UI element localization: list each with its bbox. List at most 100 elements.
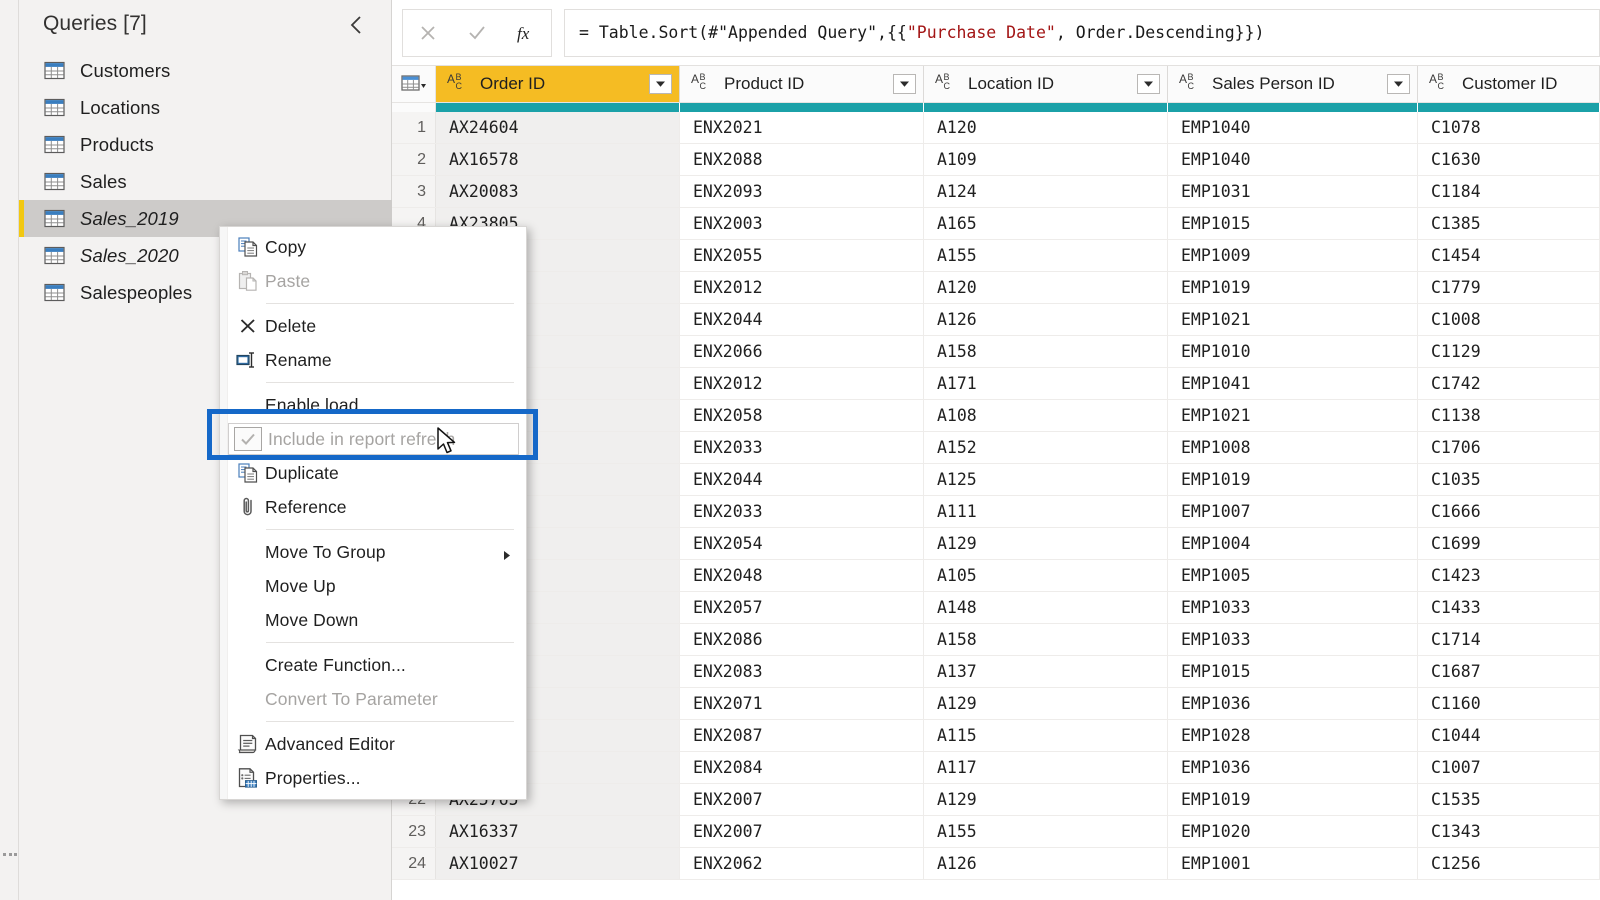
table-cell[interactable]: EMP1033 <box>1168 592 1418 623</box>
menu-item-create-function[interactable]: Create Function... <box>220 648 526 682</box>
menu-item-advanced-editor[interactable]: Advanced Editor <box>220 727 526 761</box>
table-row[interactable]: 11ENX2033A152EMP1008C1706 <box>392 432 1600 464</box>
table-cell[interactable]: A155 <box>924 240 1168 271</box>
table-cell[interactable]: ENX2033 <box>680 432 924 463</box>
table-cell[interactable]: ENX2044 <box>680 304 924 335</box>
table-cell[interactable]: C1078 <box>1418 112 1600 143</box>
checkmark-icon[interactable] <box>455 10 499 56</box>
table-cell[interactable]: A126 <box>924 848 1168 879</box>
table-cell[interactable]: ENX2062 <box>680 848 924 879</box>
table-cell[interactable]: ENX2007 <box>680 784 924 815</box>
table-cell[interactable]: ENX2021 <box>680 112 924 143</box>
column-header-product-id[interactable]: A B C Product ID <box>680 66 924 102</box>
table-cell[interactable]: EMP1028 <box>1168 720 1418 751</box>
column-header-order-id[interactable]: A B C Order ID <box>436 66 680 102</box>
table-cell[interactable]: A129 <box>924 688 1168 719</box>
table-cell[interactable]: EMP1007 <box>1168 496 1418 527</box>
chevron-left-icon[interactable] <box>344 12 370 38</box>
table-cell[interactable]: ENX2057 <box>680 592 924 623</box>
table-cell[interactable]: EMP1036 <box>1168 688 1418 719</box>
menu-item-copy[interactable]: Copy <box>220 230 526 264</box>
table-cell[interactable]: EMP1001 <box>1168 848 1418 879</box>
table-row[interactable]: 18ENX2083A137EMP1015C1687 <box>392 656 1600 688</box>
column-header-location-id[interactable]: A B C Location ID <box>924 66 1168 102</box>
table-cell[interactable]: C1433 <box>1418 592 1600 623</box>
table-cell[interactable]: EMP1021 <box>1168 304 1418 335</box>
table-cell[interactable]: A120 <box>924 272 1168 303</box>
table-cell[interactable]: C1454 <box>1418 240 1600 271</box>
table-row[interactable]: 19ENX2071A129EMP1036C1160 <box>392 688 1600 720</box>
table-cell[interactable]: A120 <box>924 112 1168 143</box>
table-row[interactable]: 4 AX23805 ENX2003 A165 EMP1015 C1385 <box>392 208 1600 240</box>
table-cell[interactable]: EMP1019 <box>1168 784 1418 815</box>
table-cell[interactable]: EMP1015 <box>1168 208 1418 239</box>
table-row[interactable]: 14ENX2054A129EMP1004C1699 <box>392 528 1600 560</box>
table-cell[interactable]: EMP1021 <box>1168 400 1418 431</box>
menu-item-move-to-group[interactable]: Move To Group <box>220 535 526 569</box>
table-row[interactable]: 1 AX24604 ENX2021 A120 EMP1040 C1078 <box>392 112 1600 144</box>
table-cell[interactable]: ENX2083 <box>680 656 924 687</box>
table-cell[interactable]: C1007 <box>1418 752 1600 783</box>
query-item-products[interactable]: Products <box>19 126 392 163</box>
table-row[interactable]: 3 AX20083 ENX2093 A124 EMP1031 C1184 <box>392 176 1600 208</box>
menu-item-rename[interactable]: Rename <box>220 343 526 377</box>
table-row[interactable]: 21ENX2084A117EMP1036C1007 <box>392 752 1600 784</box>
menu-item-reference[interactable]: Reference <box>220 490 526 524</box>
table-cell[interactable]: EMP1004 <box>1168 528 1418 559</box>
table-cell[interactable]: C1044 <box>1418 720 1600 751</box>
table-row[interactable]: 15ENX2048A105EMP1005C1423 <box>392 560 1600 592</box>
table-cell[interactable]: A108 <box>924 400 1168 431</box>
menu-item-move-up[interactable]: Move Up <box>220 569 526 603</box>
table-cell[interactable]: AX10027 <box>436 848 680 879</box>
table-cell[interactable]: ENX2048 <box>680 560 924 591</box>
table-cell[interactable]: EMP1020 <box>1168 816 1418 847</box>
table-cell[interactable]: ENX2086 <box>680 624 924 655</box>
query-item-sales[interactable]: Sales <box>19 163 392 200</box>
table-cell[interactable]: EMP1019 <box>1168 272 1418 303</box>
table-cell[interactable]: ENX2058 <box>680 400 924 431</box>
splitter-grip[interactable] <box>3 851 17 857</box>
menu-item-move-down[interactable]: Move Down <box>220 603 526 637</box>
table-cell[interactable]: EMP1015 <box>1168 656 1418 687</box>
table-row[interactable]: 7ENX2044A126EMP1021C1008 <box>392 304 1600 336</box>
menu-item-enable-load[interactable]: Enable load <box>220 388 526 422</box>
table-cell[interactable]: C1687 <box>1418 656 1600 687</box>
table-cell[interactable]: ENX2066 <box>680 336 924 367</box>
menu-item-properties[interactable]: Properties... <box>220 761 526 795</box>
table-cell[interactable]: A111 <box>924 496 1168 527</box>
query-item-customers[interactable]: Customers <box>19 52 392 89</box>
table-cell[interactable]: ENX2044 <box>680 464 924 495</box>
column-header-customer-id[interactable]: A B C Customer ID <box>1418 66 1600 102</box>
table-cell[interactable]: C1343 <box>1418 816 1600 847</box>
table-row[interactable]: 10ENX2058A108EMP1021C1138 <box>392 400 1600 432</box>
table-row[interactable]: 6ENX2012A120EMP1019C1779 <box>392 272 1600 304</box>
table-cell[interactable]: C1160 <box>1418 688 1600 719</box>
table-cell[interactable]: C1256 <box>1418 848 1600 879</box>
table-cell[interactable]: A129 <box>924 528 1168 559</box>
fx-icon[interactable]: fx <box>504 10 548 56</box>
filter-dropdown-icon[interactable] <box>649 74 672 94</box>
table-cell[interactable]: C1699 <box>1418 528 1600 559</box>
table-cell[interactable]: ENX2088 <box>680 144 924 175</box>
filter-dropdown-icon[interactable] <box>1137 74 1160 94</box>
filter-dropdown-icon[interactable] <box>893 74 916 94</box>
table-cell[interactable]: A165 <box>924 208 1168 239</box>
table-cell[interactable]: C1008 <box>1418 304 1600 335</box>
table-cell[interactable]: ENX2087 <box>680 720 924 751</box>
table-cell[interactable]: C1630 <box>1418 144 1600 175</box>
table-cell[interactable]: AX16578 <box>436 144 680 175</box>
close-x-icon[interactable] <box>406 10 450 56</box>
table-cell[interactable]: ENX2003 <box>680 208 924 239</box>
table-cell[interactable]: C1714 <box>1418 624 1600 655</box>
menu-item-delete[interactable]: Delete <box>220 309 526 343</box>
table-row[interactable]: 13ENX2033A111EMP1007C1666 <box>392 496 1600 528</box>
menu-item-duplicate[interactable]: Duplicate <box>220 456 526 490</box>
table-cell[interactable]: ENX2055 <box>680 240 924 271</box>
table-cell[interactable]: C1706 <box>1418 432 1600 463</box>
table-cell[interactable]: AX20083 <box>436 176 680 207</box>
table-row[interactable]: 9ENX2012A171EMP1041C1742 <box>392 368 1600 400</box>
table-cell[interactable]: EMP1033 <box>1168 624 1418 655</box>
table-cell[interactable]: C1742 <box>1418 368 1600 399</box>
table-cell[interactable]: ENX2033 <box>680 496 924 527</box>
table-cell[interactable]: C1535 <box>1418 784 1600 815</box>
